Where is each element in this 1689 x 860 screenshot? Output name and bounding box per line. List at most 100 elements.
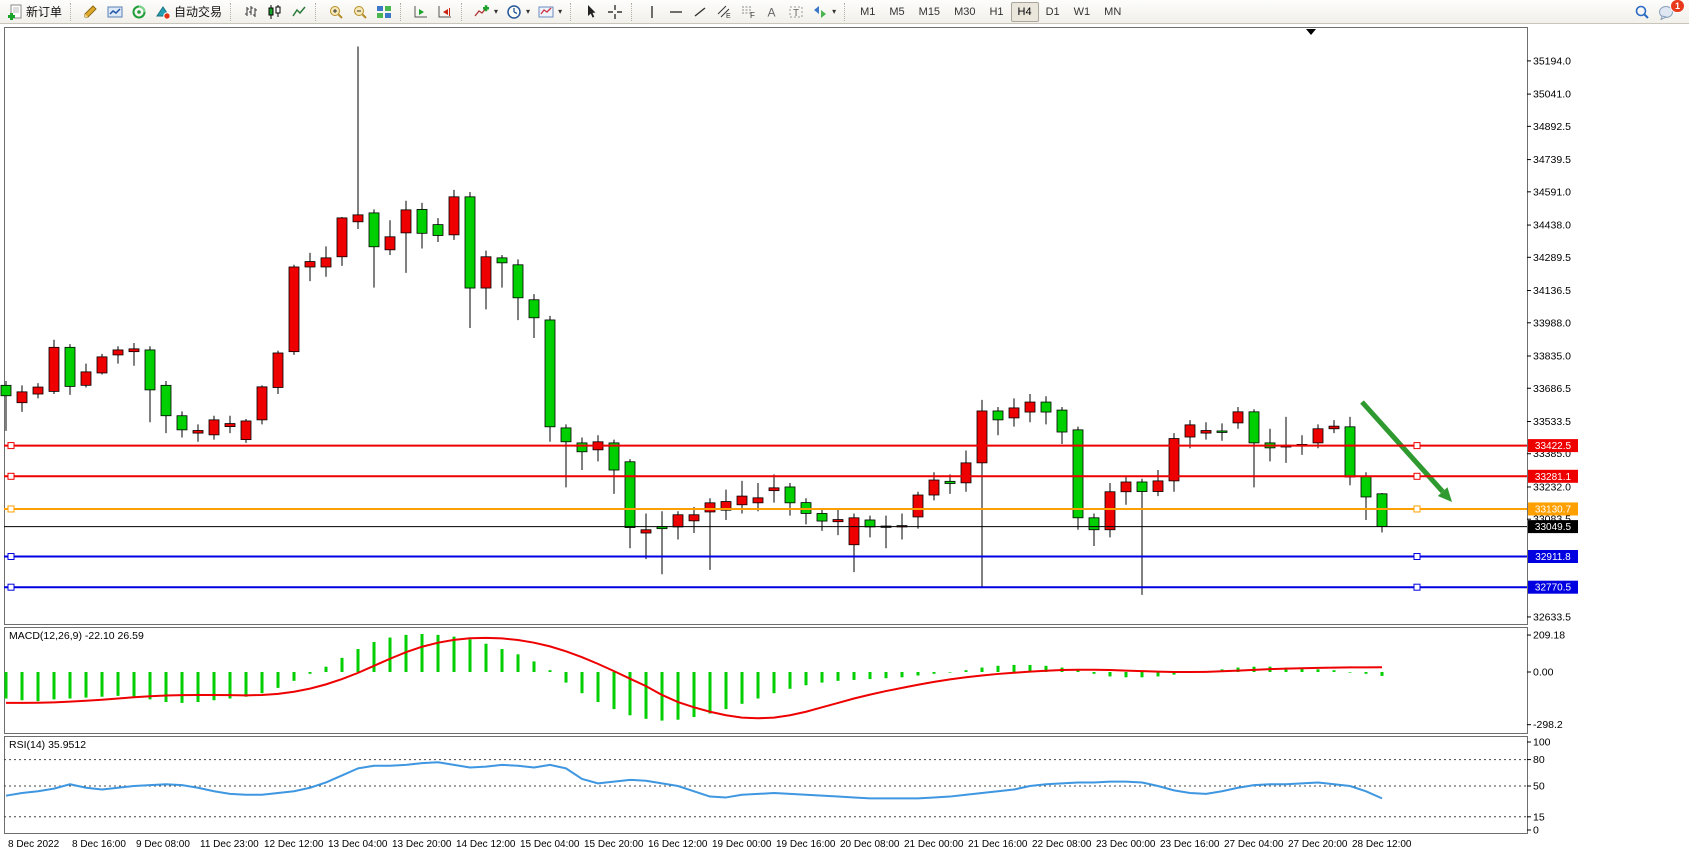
line-handle[interactable]	[8, 554, 14, 560]
price-axis-label: 32633.5	[1533, 611, 1571, 623]
timeframe-m1[interactable]: M1	[853, 2, 882, 22]
timeframe-m5[interactable]: M5	[882, 2, 911, 22]
time-axis-label: 14 Dec 12:00	[456, 839, 516, 850]
signal-button[interactable]	[127, 2, 151, 22]
candle-body	[1217, 431, 1227, 433]
zoom-out-button[interactable]	[348, 2, 372, 22]
auto-scroll-button[interactable]	[409, 2, 433, 22]
pencil-button[interactable]	[79, 2, 103, 22]
dropdown-caret: ▾	[558, 7, 562, 16]
text-label-button[interactable]: T	[784, 2, 808, 22]
candle-body	[1137, 482, 1147, 492]
trendline-button[interactable]	[688, 2, 712, 22]
candle-body	[993, 411, 1003, 420]
periods-clock-icon	[506, 4, 522, 20]
candle-body	[977, 411, 987, 463]
candle-body	[513, 265, 523, 298]
templates-button[interactable]: ▾	[534, 2, 566, 22]
bar-chart-button[interactable]	[239, 2, 263, 22]
toolbar-separator	[570, 3, 575, 21]
candle-body	[1345, 427, 1355, 477]
search-button[interactable]	[1630, 2, 1654, 22]
time-axis-label: 11 Dec 23:00	[200, 839, 259, 850]
candle-body	[161, 385, 171, 415]
timeframe-h4[interactable]: H4	[1011, 2, 1039, 22]
auto-trading-button[interactable]: 自动交易	[151, 2, 226, 22]
tile-windows-icon	[376, 4, 392, 20]
chart-window-button[interactable]	[103, 2, 127, 22]
price-axis-label: 33835.0	[1533, 351, 1571, 363]
chat-button[interactable]: 1	[1654, 2, 1680, 22]
line-chart-button[interactable]	[287, 2, 311, 22]
time-axis-label: 15 Dec 20:00	[584, 839, 644, 850]
rsi-params-label: RSI(14) 35.9512	[9, 739, 86, 751]
line-handle[interactable]	[8, 584, 14, 590]
zoom-in-button[interactable]	[324, 2, 348, 22]
timeframe-h1[interactable]: H1	[982, 2, 1010, 22]
time-axis-label: 12 Dec 12:00	[264, 839, 324, 850]
candle-body	[1153, 481, 1163, 492]
zoom-out-icon	[352, 4, 368, 20]
svg-text:E: E	[726, 13, 731, 20]
macd-params-label: MACD(12,26,9) -22.10 26.59	[9, 630, 144, 642]
candlestick-chart-button[interactable]	[263, 2, 287, 22]
line-handle[interactable]	[8, 506, 14, 512]
rsi-pane	[5, 737, 1528, 834]
candle-body	[225, 424, 235, 427]
candle-body	[673, 515, 683, 527]
vertical-line-button[interactable]	[640, 2, 664, 22]
candle-body	[737, 496, 747, 505]
toolbar-separator	[400, 3, 405, 21]
chart-shift-button[interactable]	[433, 2, 457, 22]
timeframe-m30[interactable]: M30	[947, 2, 982, 22]
price-axis-label: 34892.5	[1533, 121, 1571, 133]
arrows-button[interactable]: ▾	[808, 2, 840, 22]
price-axis-label: 34591.0	[1533, 186, 1571, 198]
timeframe-d1[interactable]: D1	[1039, 2, 1067, 22]
candlestick-chart-icon	[267, 4, 283, 20]
candle-body	[705, 503, 715, 512]
time-axis-label: 8 Dec 2022	[8, 839, 60, 850]
timeframe-group: M1M5M15M30H1H4D1W1MN	[853, 2, 1128, 22]
equidistant-channel-icon: E	[716, 4, 732, 20]
candle-body	[1089, 518, 1099, 530]
candle-body	[1057, 410, 1067, 432]
timeframe-m15[interactable]: M15	[912, 2, 947, 22]
chart-canvas[interactable]: 35194.035041.034892.534739.534591.034438…	[0, 24, 1689, 860]
macd-axis-label: 0.00	[1533, 666, 1554, 678]
line-handle[interactable]	[8, 473, 14, 479]
equidistant-channel-button[interactable]: E	[712, 2, 736, 22]
cursor-button[interactable]	[579, 2, 603, 22]
periods-button[interactable]: ▾	[502, 2, 534, 22]
new-order-button[interactable]: 新订单	[3, 2, 66, 22]
new-order-icon	[7, 4, 23, 20]
add-indicator-button[interactable]: ▾	[470, 2, 502, 22]
fibonacci-button[interactable]: F	[736, 2, 760, 22]
line-handle[interactable]	[1414, 506, 1420, 512]
time-axis-label: 19 Dec 16:00	[776, 839, 836, 850]
price-tag-label: 32911.8	[1535, 552, 1571, 563]
svg-text:F: F	[750, 11, 755, 20]
line-handle[interactable]	[8, 443, 14, 449]
horizontal-line-icon	[668, 4, 684, 20]
line-handle[interactable]	[1414, 473, 1420, 479]
line-handle[interactable]	[1414, 443, 1420, 449]
candle-body	[561, 428, 571, 442]
horizontal-line-button[interactable]	[664, 2, 688, 22]
timeframe-mn[interactable]: MN	[1097, 2, 1128, 22]
candle-body	[241, 421, 251, 440]
candle-body	[129, 349, 139, 352]
time-axis-label: 22 Dec 08:00	[1032, 839, 1092, 850]
time-axis-label: 21 Dec 16:00	[968, 839, 1028, 850]
arrows-icon	[812, 4, 828, 20]
line-handle[interactable]	[1414, 584, 1420, 590]
candle-body	[49, 347, 59, 391]
line-handle[interactable]	[1414, 554, 1420, 560]
tile-windows-button[interactable]	[372, 2, 396, 22]
chart-area[interactable]: ▼DJ30-,H4 33200.5 33204.5 33022.5 33049.…	[0, 24, 1689, 860]
timeframe-w1[interactable]: W1	[1067, 2, 1098, 22]
text-button[interactable]: A	[760, 2, 784, 22]
candle-body	[833, 520, 843, 522]
crosshair-button[interactable]	[603, 2, 627, 22]
candle-body	[689, 515, 699, 521]
